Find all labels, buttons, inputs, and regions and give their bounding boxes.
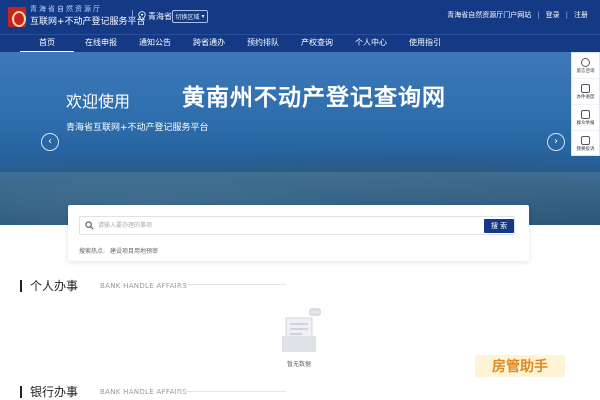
- section-subtitle-en: BANK HANDLE AFFAIRS: [100, 281, 187, 290]
- float-item-complaint[interactable]: 我要投诉: [572, 131, 599, 157]
- login-link[interactable]: 登录: [546, 10, 560, 20]
- search-box: [79, 216, 515, 235]
- current-region: 青海省: [148, 12, 172, 21]
- hot-search: 搜索热点: 建设项目用地预审: [79, 246, 158, 255]
- section-marker: [20, 279, 22, 292]
- section-divider: [178, 284, 286, 285]
- nav-item-personal-center[interactable]: 个人中心: [344, 35, 398, 53]
- search-card: 搜 索 搜索热点: 建设项目用地预审: [68, 205, 529, 261]
- chevron-left-icon: ‹: [48, 136, 52, 147]
- report-icon: [581, 109, 590, 119]
- search-input[interactable]: [98, 218, 478, 233]
- float-item-report[interactable]: 群众举报: [572, 105, 599, 131]
- empty-state-label: 暂无数据: [286, 361, 311, 368]
- main-nav: 首页 在线申报 通知公告 跨省通办 预约排队 产权查询 个人中心 使用指引: [0, 34, 600, 53]
- carousel-next-button[interactable]: ›: [547, 133, 565, 151]
- top-links: 青海省自然资源厅门户网站 | 登录 | 注册: [447, 10, 588, 20]
- hero-banner: 欢迎使用 黄南州不动产登记查询网 青海省互联网+不动产登记服务平台 ‹ ›: [0, 52, 600, 225]
- mail-icon: [581, 136, 590, 145]
- search-button[interactable]: 搜 索: [484, 219, 514, 233]
- hot-search-label: 搜索热点:: [79, 248, 106, 255]
- document-icon: [581, 83, 590, 93]
- hero-subtitle: 青海省互联网+不动产登记服务平台: [66, 123, 209, 133]
- chevron-down-icon: ▾: [201, 13, 205, 20]
- float-item-consult[interactable]: 留言咨询: [572, 53, 599, 79]
- logo-emblem-icon: [8, 7, 26, 27]
- chat-icon: [581, 57, 590, 67]
- link-separator: |: [537, 11, 540, 19]
- float-item-label: 我要投诉: [576, 147, 595, 152]
- empty-box-icon: [282, 308, 321, 352]
- float-item-label: 办件进度: [576, 94, 595, 100]
- section-subtitle-en: BANK HANDLE AFFAIRS: [100, 387, 187, 396]
- float-item-progress[interactable]: 办件进度: [572, 79, 599, 105]
- nav-item-cross-province[interactable]: 跨省通办: [182, 35, 236, 53]
- carousel-prev-button[interactable]: ‹: [41, 133, 59, 151]
- header-divider: [132, 10, 133, 24]
- section-personal-header: 个人办事 BANK HANDLE AFFAIRS: [20, 277, 187, 294]
- top-header: 青海省自然资源厅 互联网+不动产登记服务平台 青海省 切换区域 ▾ 青海省自然资…: [0, 0, 600, 34]
- section-title: 个人办事: [30, 279, 79, 293]
- hot-search-item[interactable]: 建设项目用地预审: [110, 248, 158, 255]
- watermark: 房管助手: [475, 355, 565, 377]
- nav-item-notices[interactable]: 通知公告: [128, 35, 182, 53]
- nav-item-online-apply[interactable]: 在线申报: [74, 35, 128, 53]
- nav-item-appointment[interactable]: 预约排队: [236, 35, 290, 53]
- location-pin-icon: [138, 11, 146, 21]
- chevron-right-icon: ›: [554, 136, 558, 147]
- switch-region-button[interactable]: 切换区域 ▾: [172, 10, 208, 23]
- section-bank-header: 银行办事 BANK HANDLE AFFAIRS: [20, 383, 187, 400]
- search-icon: [85, 221, 94, 230]
- nav-item-property-query[interactable]: 产权查询: [290, 35, 344, 53]
- section-marker: [20, 385, 22, 398]
- watermark-text: 房管助手: [492, 359, 548, 375]
- portal-link[interactable]: 青海省自然资源厅门户网站: [447, 10, 531, 20]
- floating-service-panel: 留言咨询 办件进度 群众举报 我要投诉: [571, 52, 600, 156]
- section-divider: [178, 391, 286, 392]
- nav-item-guide[interactable]: 使用指引: [398, 35, 452, 53]
- logo-text-line1: 青海省自然资源厅: [30, 5, 102, 13]
- switch-region-label: 切换区域: [175, 14, 200, 21]
- section-title: 银行办事: [30, 385, 79, 399]
- float-item-label: 群众举报: [576, 120, 595, 126]
- hero-welcome: 欢迎使用: [66, 92, 131, 111]
- register-link[interactable]: 注册: [574, 10, 588, 20]
- logo-text-line2: 互联网+不动产登记服务平台: [30, 17, 146, 27]
- hero-title: 黄南州不动产登记查询网: [182, 85, 446, 111]
- link-separator: |: [565, 11, 568, 19]
- empty-state: 暂无数据: [276, 306, 322, 368]
- float-item-label: 留言咨询: [576, 68, 595, 74]
- nav-item-home[interactable]: 首页: [20, 35, 74, 53]
